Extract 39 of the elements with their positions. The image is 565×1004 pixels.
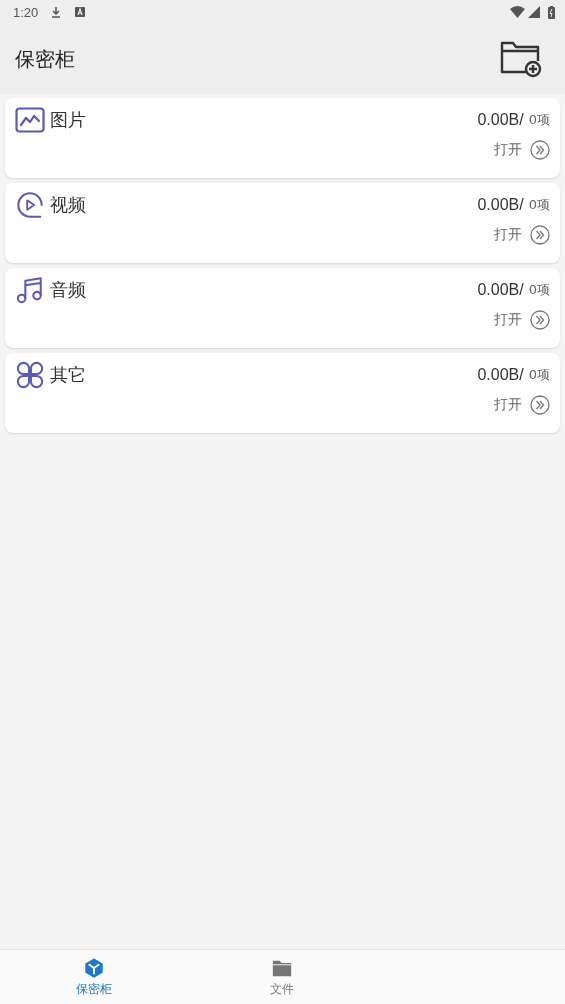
category-card[interactable]: 视频 0.00B/ 0项 打开 (5, 183, 560, 263)
category-card[interactable]: 音频 0.00B/ 0项 打开 (5, 268, 560, 348)
nav-tab[interactable]: 文件 (188, 950, 377, 1004)
nav-tab[interactable]: 保密柜 (0, 950, 189, 1004)
play-icon (15, 191, 45, 219)
download-icon (50, 6, 63, 18)
size-text: 0.00B/ (477, 111, 524, 129)
battery-icon (548, 5, 555, 19)
double-chevron-icon[interactable] (530, 140, 550, 160)
category-name: 音频 (50, 278, 87, 302)
size-text: 0.00B/ (477, 196, 524, 214)
size-text: 0.00B/ (477, 366, 524, 384)
category-card[interactable]: 其它 0.00B/ 0项 打开 (5, 353, 560, 433)
cube-icon (83, 956, 106, 979)
open-link[interactable]: 打开 (494, 226, 522, 244)
open-link[interactable]: 打开 (494, 141, 522, 159)
music-note-icon (15, 276, 45, 304)
new-folder-button[interactable] (499, 39, 543, 79)
signal-icon (528, 6, 540, 18)
count-text: 0项 (528, 196, 550, 214)
category-name: 其它 (50, 363, 87, 387)
status-time: 1:20 (13, 4, 39, 20)
category-card[interactable]: 图片 0.00B/ 0项 打开 (5, 98, 560, 178)
open-link[interactable]: 打开 (494, 311, 522, 329)
count-text: 0项 (528, 111, 550, 129)
double-chevron-icon[interactable] (530, 310, 550, 330)
double-chevron-icon[interactable] (530, 225, 550, 245)
app-title: 保密柜 (15, 45, 75, 73)
size-text: 0.00B/ (477, 281, 524, 299)
image-icon (15, 106, 45, 134)
count-text: 0项 (528, 366, 550, 384)
four-petal-icon (15, 361, 45, 389)
double-chevron-icon[interactable] (530, 395, 550, 415)
count-text: 0项 (528, 281, 550, 299)
wifi-icon (510, 6, 525, 18)
notification-icon (74, 6, 87, 18)
category-name: 视频 (50, 193, 87, 217)
open-link[interactable]: 打开 (494, 396, 522, 414)
category-name: 图片 (50, 108, 87, 132)
